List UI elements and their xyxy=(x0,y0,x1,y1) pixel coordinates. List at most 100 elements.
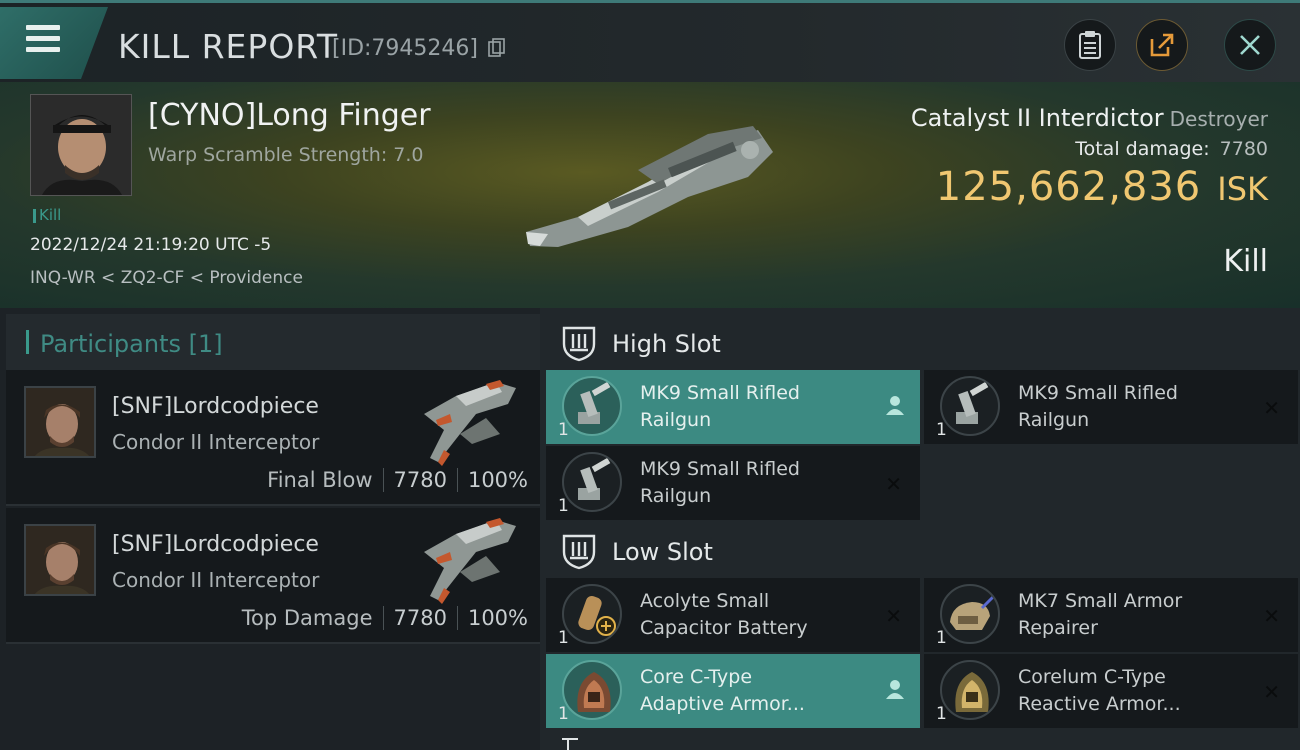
copy-icon[interactable] xyxy=(488,38,506,58)
module-item[interactable]: 1 MK9 Small Rifled Railgun ✕ xyxy=(924,370,1298,444)
ship-value-block: Catalyst II Interdictor Destroyer Total d… xyxy=(911,104,1268,210)
hamburger-menu-icon[interactable] xyxy=(26,25,60,53)
clipboard-icon xyxy=(1079,31,1101,59)
participant-name[interactable]: [SNF]Lordcodpiece xyxy=(112,532,319,557)
participant-avatar[interactable] xyxy=(24,386,96,458)
attacker-portrait xyxy=(26,526,94,594)
module-name-line2: Reactive Armor... xyxy=(1018,693,1181,715)
participants-panel: Participants [1] [SNF]Lordcodpiece Condo… xyxy=(0,308,540,750)
participant-damage: 7780 xyxy=(393,468,447,492)
participant-ship: Condor II Interceptor xyxy=(112,568,320,592)
railgun-icon xyxy=(940,376,1000,436)
module-name-line1: MK9 Small Rifled xyxy=(640,382,800,404)
module-name-line1: Corelum C-Type xyxy=(1018,666,1166,688)
participant-percent: 100% xyxy=(467,468,528,492)
total-damage-label: Total damage: xyxy=(1075,138,1210,160)
module-name-line1: MK9 Small Rifled xyxy=(1018,382,1178,404)
participant-damage: 7780 xyxy=(393,606,447,630)
participant-ship-image xyxy=(424,380,516,466)
destroyed-icon: ✕ xyxy=(885,604,902,628)
module-item[interactable]: 1 Core C-Type Adaptive Armor... xyxy=(546,654,920,728)
module-quantity: 1 xyxy=(558,420,569,440)
capacitor-battery-icon xyxy=(562,584,622,644)
module-item[interactable]: 1 MK9 Small Rifled Railgun ✕ xyxy=(546,446,920,520)
module-name: Corelum C-Type Reactive Armor... xyxy=(1018,664,1258,718)
module-quantity: 1 xyxy=(936,704,947,724)
high-slot-header: High Slot xyxy=(548,312,1300,370)
destroyed-icon: ✕ xyxy=(1263,396,1280,420)
isk-value: 125,662,836 xyxy=(935,164,1202,210)
low-slot-header: Low Slot xyxy=(548,520,1300,578)
module-name-line2: Capacitor Battery xyxy=(640,617,808,639)
isk-unit: ISK xyxy=(1217,170,1268,208)
fitting-panel: High Slot 1 MK9 Small Rifled Railgun 1 M… xyxy=(540,308,1300,750)
railgun-icon xyxy=(562,452,622,512)
victim-ship-class: Destroyer xyxy=(1169,107,1268,131)
low-slot-icon xyxy=(562,534,596,570)
participant-percent: 100% xyxy=(467,606,528,630)
page-title: KILL REPORT xyxy=(118,27,338,66)
participant-row[interactable]: [SNF]Lordcodpiece Condor II Interceptor … xyxy=(6,370,540,506)
participant-name[interactable]: [SNF]Lordcodpiece xyxy=(112,394,319,419)
participant-stats: Final Blow 7780 100% xyxy=(267,468,528,492)
participant-role: Final Blow xyxy=(267,468,373,492)
report-id: [ID:7945246] xyxy=(332,36,478,61)
module-quantity: 1 xyxy=(558,628,569,648)
module-item[interactable]: 1 MK7 Small Armor Repairer ✕ xyxy=(924,578,1298,652)
module-quantity: 1 xyxy=(936,420,947,440)
armor-repairer-icon xyxy=(940,584,1000,644)
kill-tag: Kill xyxy=(33,206,61,224)
kill-datetime: 2022/12/24 21:19:20 UTC -5 xyxy=(30,235,272,255)
module-name-line2: Railgun xyxy=(1018,409,1090,431)
high-slot-label: High Slot xyxy=(612,330,721,358)
module-name: MK9 Small Rifled Railgun xyxy=(640,456,880,510)
module-name-line1: Core C-Type xyxy=(640,666,753,688)
module-item[interactable]: 1 Acolyte Small Capacitor Battery ✕ xyxy=(546,578,920,652)
share-button[interactable] xyxy=(1136,19,1188,71)
share-icon xyxy=(1150,33,1174,57)
slot-icon xyxy=(562,738,588,750)
close-button[interactable] xyxy=(1224,19,1276,71)
clipboard-button[interactable] xyxy=(1064,19,1116,71)
kill-location[interactable]: INQ-WR < ZQ2-CF < Providence xyxy=(30,268,303,288)
module-item[interactable]: 1 MK9 Small Rifled Railgun xyxy=(546,370,920,444)
kill-result: Kill xyxy=(1223,244,1268,279)
pilot-icon xyxy=(886,396,904,415)
pilot-icon xyxy=(886,680,904,699)
high-slot-icon xyxy=(562,326,596,362)
module-name-line1: Acolyte Small xyxy=(640,590,770,612)
total-damage: Total damage: 7780 xyxy=(911,138,1268,160)
participant-role: Top Damage xyxy=(241,606,373,630)
module-name-line1: MK7 Small Armor xyxy=(1018,590,1183,612)
reactive-armor-icon xyxy=(940,660,1000,720)
participant-row[interactable]: [SNF]Lordcodpiece Condor II Interceptor … xyxy=(6,508,540,644)
module-name-line2: Adaptive Armor... xyxy=(640,693,805,715)
kill-tag-label: Kill xyxy=(39,206,62,224)
victim-portrait[interactable] xyxy=(30,94,132,196)
railgun-icon xyxy=(562,376,622,436)
low-slot-label: Low Slot xyxy=(612,538,713,566)
module-name: Acolyte Small Capacitor Battery xyxy=(640,588,880,642)
destroyed-icon: ✕ xyxy=(1263,680,1280,704)
victim-ship-image xyxy=(526,126,773,247)
participant-avatar[interactable] xyxy=(24,524,96,596)
module-name: MK9 Small Rifled Railgun xyxy=(1018,380,1258,434)
module-name-line1: MK9 Small Rifled xyxy=(640,458,800,480)
module-name: MK7 Small Armor Repairer xyxy=(1018,588,1258,642)
participant-ship-image xyxy=(424,518,516,604)
victim-name[interactable]: [CYNO]Long Finger xyxy=(148,98,431,133)
destroyed-icon: ✕ xyxy=(1263,604,1280,628)
victim-ship-name[interactable]: Catalyst II Interdictor xyxy=(911,104,1164,132)
module-name-line2: Railgun xyxy=(640,409,712,431)
warp-scramble-strength: Warp Scramble Strength: 7.0 xyxy=(148,144,424,166)
module-quantity: 1 xyxy=(936,628,947,648)
close-icon xyxy=(1240,35,1260,55)
module-name: Core C-Type Adaptive Armor... xyxy=(640,664,880,718)
participants-title: Participants [1] xyxy=(40,330,223,358)
module-quantity: 1 xyxy=(558,704,569,724)
destroyed-icon: ✕ xyxy=(885,472,902,496)
isk-value-row: 125,662,836 ISK xyxy=(911,164,1268,210)
pilot-avatar xyxy=(31,95,131,195)
module-quantity: 1 xyxy=(558,496,569,516)
module-item[interactable]: 1 Corelum C-Type Reactive Armor... ✕ xyxy=(924,654,1298,728)
